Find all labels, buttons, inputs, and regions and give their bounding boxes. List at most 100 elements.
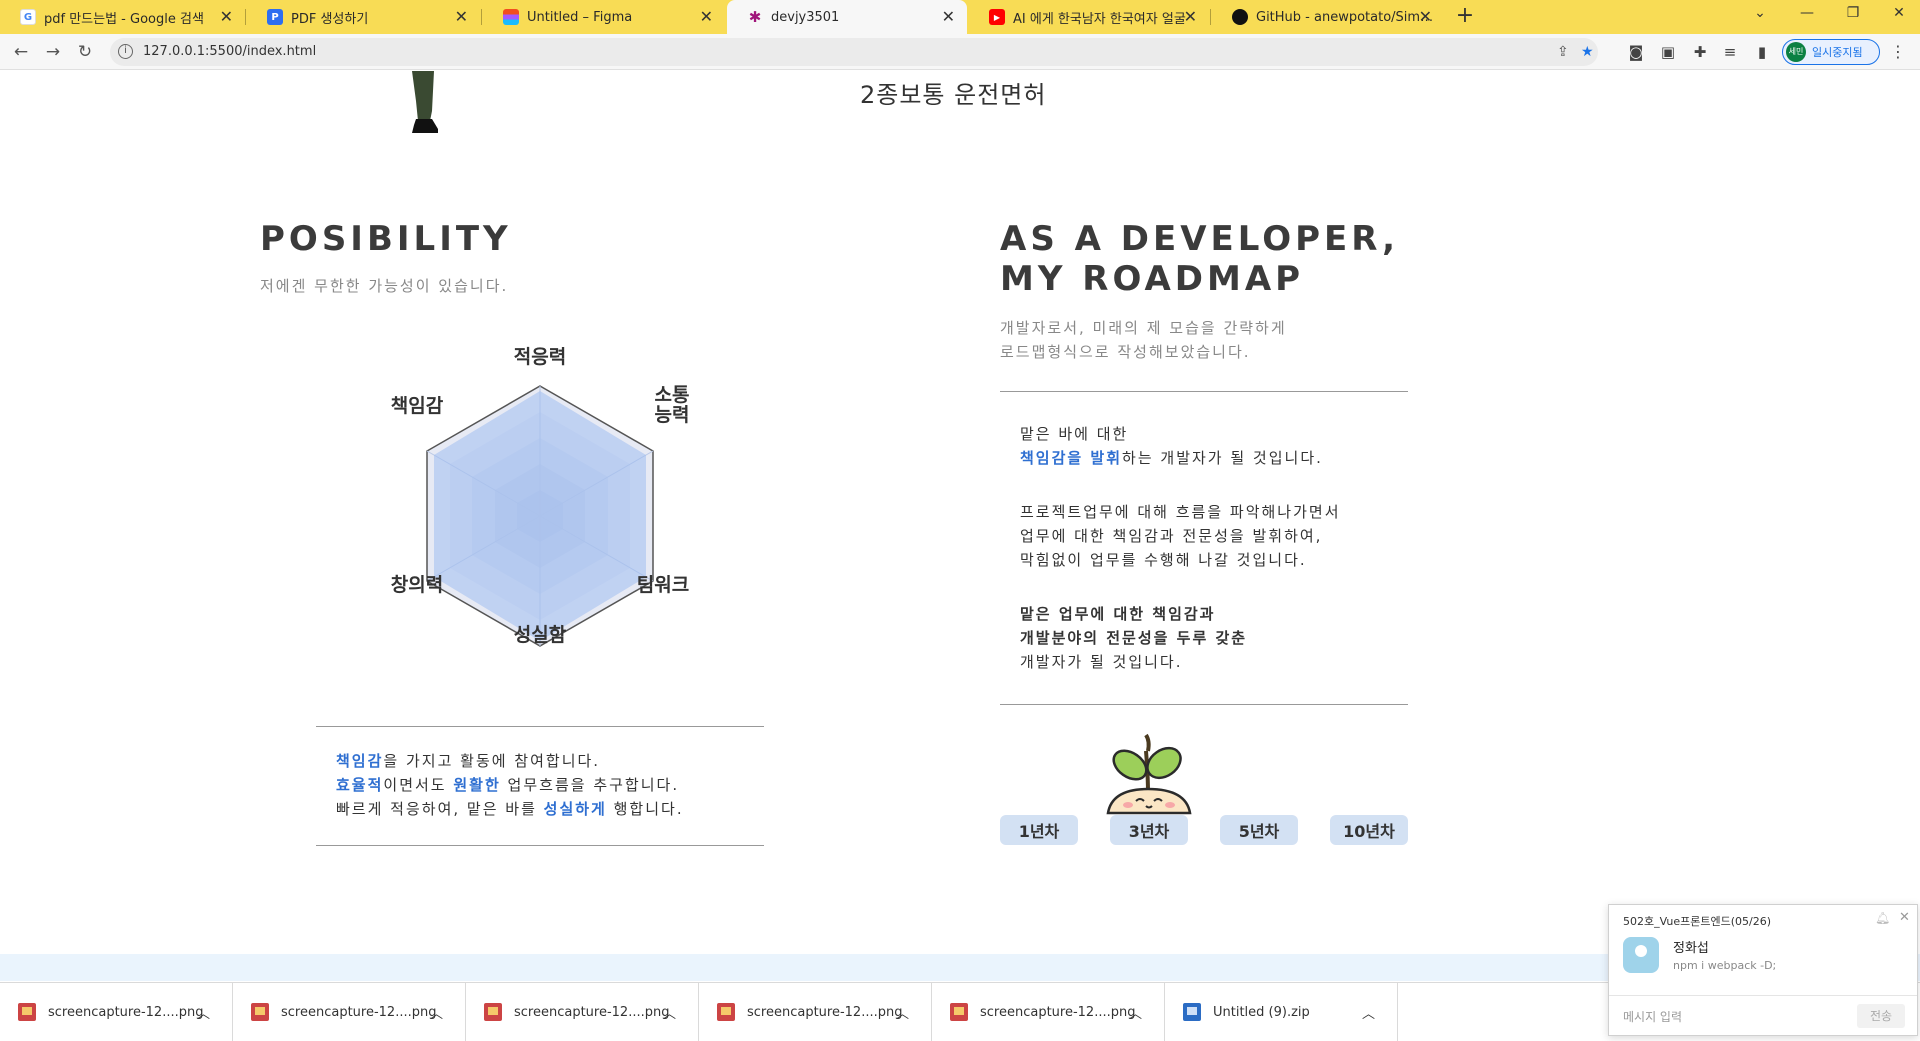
close-icon[interactable]: ✕ — [1899, 910, 1910, 925]
image-file-icon — [484, 1003, 502, 1021]
radar-label-top-left: 책임감 — [391, 395, 444, 417]
side-panel-icon[interactable]: ▮ — [1752, 43, 1772, 61]
close-icon[interactable]: ✕ — [700, 9, 713, 25]
new-tab-button[interactable]: + — [1453, 5, 1477, 29]
tab-bar: G pdf 만드는법 - Google 검색 ✕ P PDF 생성하기 ✕ Un… — [0, 0, 1920, 34]
chat-input[interactable]: 메시지 입력 전송 — [1609, 995, 1917, 1035]
year-button-1[interactable]: 1년차 — [1000, 815, 1078, 845]
tab-youtube[interactable]: ▶ AI 에게 한국남자 한국여자 얼굴 ✕ — [969, 0, 1209, 34]
year-button-10[interactable]: 10년차 — [1330, 815, 1408, 845]
image-file-icon — [18, 1003, 36, 1021]
tab-title: devjy3501 — [771, 9, 840, 25]
roadmap-year-buttons: 1년차 3년차 5년차 10년차 — [1000, 815, 1408, 845]
download-item[interactable]: screencapture-12....png ︿ — [233, 983, 466, 1041]
tab-pdf[interactable]: P PDF 생성하기 ✕ — [247, 0, 480, 34]
year-button-5[interactable]: 5년차 — [1220, 815, 1298, 845]
chat-sender: 정화섭 — [1673, 941, 1709, 956]
posibility-line-1: 책임감을 가지고 활동에 참여합니다. — [336, 749, 764, 773]
tab-search-icon[interactable]: ⌄ — [1745, 5, 1775, 21]
close-icon[interactable]: ✕ — [455, 9, 468, 25]
share-icon[interactable]: ⇪ — [1557, 44, 1569, 60]
chat-message: npm i webpack -D; — [1673, 959, 1777, 972]
info-icon[interactable]: i — [118, 44, 133, 59]
bell-icon[interactable]: 🔔︎ — [1875, 911, 1890, 925]
address-bar[interactable]: i 127.0.0.1:5500/index.html ⇪ ★ — [110, 38, 1598, 66]
highlight-word: 원활한 — [453, 776, 501, 794]
send-button[interactable]: 전송 — [1857, 1004, 1905, 1028]
tab-figma[interactable]: Untitled – Figma ✕ — [483, 0, 725, 34]
extensions-puzzle-icon[interactable]: ✚ — [1690, 43, 1710, 61]
download-item[interactable]: screencapture-12....png ︿ — [699, 983, 932, 1041]
tab-divider — [1210, 9, 1211, 25]
line-text: 하는 개발자가 될 것입니다. — [1122, 449, 1323, 467]
posibility-line-3: 빠르게 적응하여, 맡은 바를 성실하게 행합니다. — [336, 797, 764, 821]
figma-icon — [503, 9, 519, 25]
posibility-line-2: 효율적이면서도 원활한 업무흐름을 추구합니다. — [336, 773, 764, 797]
chevron-up-icon[interactable]: ︿ — [1129, 1003, 1142, 1022]
back-button[interactable]: ← — [10, 41, 32, 63]
close-icon[interactable]: ✕ — [220, 9, 233, 25]
chevron-up-icon[interactable]: ︿ — [430, 1003, 443, 1022]
reload-button[interactable]: ↻ — [74, 41, 96, 63]
download-item[interactable]: Untitled (9).zip ︿ — [1165, 983, 1398, 1041]
roadmap-title-line-1: AS A DEVELOPER, — [1000, 219, 1400, 259]
page-viewport: 2종보통 운전면허 POSIBILITY 저에겐 무한한 가능성이 있습니다. … — [0, 71, 1920, 981]
chevron-up-icon[interactable]: ︿ — [663, 1003, 676, 1022]
bookmark-star-icon[interactable]: ★ — [1581, 44, 1594, 60]
tab-devjy3501[interactable]: ✱ devjy3501 ✕ — [727, 0, 967, 34]
close-icon[interactable]: ✕ — [942, 9, 955, 25]
chat-input-placeholder: 메시지 입력 — [1623, 1010, 1683, 1024]
doc-icon: P — [267, 9, 283, 25]
image-extension-icon[interactable]: ▣ — [1658, 43, 1678, 61]
download-item[interactable]: screencapture-12....png ︿ — [466, 983, 699, 1041]
tab-title: GitHub - anewpotato/Simple-C — [1256, 9, 1436, 25]
github-icon — [1232, 9, 1248, 25]
chevron-up-icon[interactable]: ︿ — [197, 1003, 210, 1022]
close-window-button[interactable]: ✕ — [1884, 5, 1914, 21]
radar-label-top-right-2: 능력 — [655, 404, 690, 426]
media-queue-icon[interactable]: ≡ — [1720, 43, 1740, 61]
chevron-up-icon[interactable]: ︿ — [896, 1003, 909, 1022]
tab-divider — [481, 9, 482, 25]
avatar: 세민 — [1786, 42, 1806, 62]
tab-title: AI 에게 한국남자 한국여자 얼굴 — [1013, 11, 1186, 27]
highlight-word: 책임감을 발휘 — [1020, 449, 1123, 467]
download-filename: screencapture-12....png — [48, 1004, 204, 1020]
tab-title: Untitled – Figma — [527, 9, 633, 25]
tab-divider — [245, 9, 246, 25]
download-item[interactable]: screencapture-12....png ︿ — [0, 983, 233, 1041]
image-file-icon — [251, 1003, 269, 1021]
download-filename: Untitled (9).zip — [1213, 1004, 1310, 1020]
menu-kebab-icon[interactable]: ⋮ — [1890, 42, 1906, 61]
line-text: 행합니다. — [606, 800, 684, 818]
roadmap-subtitle-line-2: 로드맵형식으로 작성해보았습니다. — [1000, 343, 1251, 361]
line-text: 개발자가 될 것입니다. — [1020, 653, 1183, 671]
zip-file-icon — [1183, 1003, 1201, 1021]
download-filename: screencapture-12....png — [747, 1004, 903, 1020]
tab-google-search[interactable]: G pdf 만드는법 - Google 검색 ✕ — [0, 0, 245, 34]
tab-github[interactable]: GitHub - anewpotato/Simple-C ✕ — [1212, 0, 1444, 34]
restore-button[interactable]: ❐ — [1838, 5, 1868, 21]
profile-button[interactable]: 세민 일시중지됨 — [1782, 39, 1880, 65]
year-button-3[interactable]: 3년차 — [1110, 815, 1188, 845]
close-icon[interactable]: ✕ — [1419, 9, 1432, 25]
download-filename: screencapture-12....png — [514, 1004, 670, 1020]
line-text: 맡은 바에 대한 — [1020, 425, 1129, 443]
browser-toolbar: ← → ↻ i 127.0.0.1:5500/index.html ⇪ ★ ◙ … — [0, 34, 1920, 70]
roadmap-subtitle: 개발자로서, 미래의 제 모습을 간략하게 로드맵형식으로 작성해보았습니다. — [1000, 316, 1287, 364]
license-text: 2종보통 운전면허 — [860, 81, 1047, 109]
download-filename: screencapture-12....png — [980, 1004, 1136, 1020]
posibility-description: 책임감을 가지고 활동에 참여합니다. 효율적이면서도 원활한 업무흐름을 추구… — [316, 726, 764, 846]
radar-label-top: 적응력 — [514, 346, 566, 368]
close-icon[interactable]: ✕ — [1184, 9, 1197, 25]
url-text[interactable]: 127.0.0.1:5500/index.html — [143, 44, 316, 59]
chat-notification-popup: 502호_Vue프론트엔드(05/26) 🔔︎ ✕ 정화섭 npm i webp… — [1608, 904, 1918, 1036]
chevron-up-icon[interactable]: ︿ — [1362, 1003, 1375, 1022]
radar-label-bottom-right: 팀워크 — [637, 574, 689, 596]
roadmap-paragraph-3: 맡은 업무에 대한 책임감과 개발분야의 전문성을 두루 갖춘 개발자가 될 것… — [1020, 602, 1408, 674]
highlight-line: 개발분야의 전문성을 두루 갖춘 — [1020, 629, 1248, 647]
camera-icon[interactable]: ◙ — [1626, 43, 1646, 61]
download-item[interactable]: screencapture-12....png ︿ — [932, 983, 1165, 1041]
forward-button[interactable]: → — [42, 41, 64, 63]
minimize-button[interactable]: — — [1792, 5, 1822, 21]
